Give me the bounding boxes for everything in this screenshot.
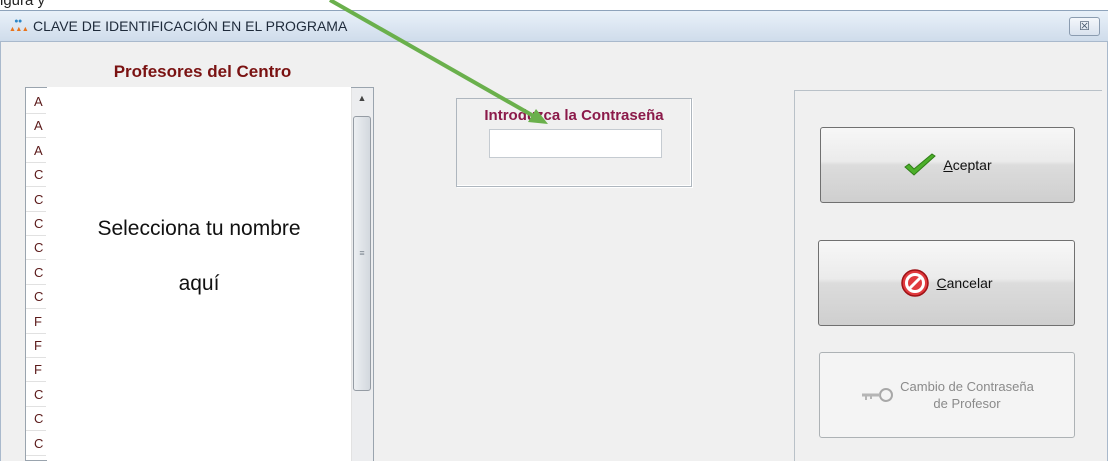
list-item[interactable]: C <box>26 434 46 456</box>
change-password-button[interactable]: Cambio de Contraseña de Profesor <box>819 352 1075 438</box>
list-item[interactable]: F <box>26 336 46 358</box>
list-item[interactable]: A <box>26 116 46 139</box>
list-item[interactable]: C <box>26 165 46 188</box>
list-item[interactable]: C <box>26 263 46 285</box>
cancel-button[interactable]: Cancelar <box>818 240 1075 326</box>
accept-label: Aceptar <box>943 157 992 173</box>
password-input[interactable] <box>489 129 662 158</box>
list-item[interactable]: C <box>26 214 46 236</box>
key-icon <box>862 388 894 402</box>
no-entry-icon <box>901 269 930 297</box>
list-item[interactable]: A <box>26 92 46 114</box>
accept-button[interactable]: Aceptar <box>820 127 1075 203</box>
list-item[interactable]: F <box>26 312 46 334</box>
list-item[interactable]: C <box>26 190 46 212</box>
list-item[interactable]: F <box>26 360 46 383</box>
scroll-grip-icon: ≡ <box>359 248 365 258</box>
list-item[interactable]: C <box>26 385 46 407</box>
scroll-up-arrow-icon[interactable]: ▲ <box>351 88 373 108</box>
instruction-line-2: aquí <box>178 272 220 295</box>
instruction-line-1: Selecciona tu nombre <box>97 217 301 240</box>
list-item[interactable]: C <box>26 409 46 432</box>
change-password-label: Cambio de Contraseña de Profesor <box>900 379 1034 411</box>
list-item[interactable]: A <box>26 141 46 163</box>
close-button[interactable]: ☒ <box>1069 17 1100 36</box>
caption-fragment: igura y <box>0 0 46 9</box>
checkmark-icon <box>904 153 937 176</box>
app-logo-icon: ●● ▲▲▲ <box>9 18 29 33</box>
cancel-label: Cancelar <box>936 275 993 291</box>
teachers-list-heading: Profesores del Centro <box>113 62 292 81</box>
list-item[interactable]: C <box>26 287 46 310</box>
password-label: Introduzca la Contraseña <box>484 107 664 124</box>
close-icon: ☒ <box>1079 19 1090 33</box>
window-title: CLAVE DE IDENTIFICACIÓN EN EL PROGRAMA <box>33 18 348 34</box>
list-item[interactable]: C <box>26 238 46 261</box>
title-bar: ●● ▲▲▲ CLAVE DE IDENTIFICACIÓN EN EL PROG… <box>0 10 1108 42</box>
